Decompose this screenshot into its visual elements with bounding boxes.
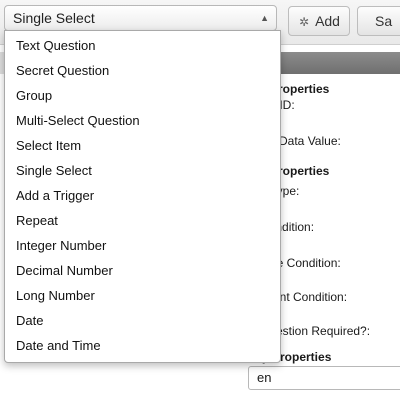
gear-icon: ✲	[299, 15, 310, 29]
menu-item-text-question[interactable]: Text Question	[5, 33, 280, 58]
menu-item-single-select[interactable]: Single Select	[5, 158, 280, 183]
menu-item-date[interactable]: Date	[5, 308, 280, 333]
save-button[interactable]: Sa	[357, 6, 400, 36]
menu-item-group[interactable]: Group	[5, 83, 280, 108]
save-button-label: Sa	[375, 13, 393, 29]
menu-item-select-item[interactable]: Select Item	[5, 133, 280, 158]
question-type-select[interactable]: Single Select ▲	[4, 5, 277, 31]
language-field[interactable]: en	[248, 366, 400, 390]
dropdown-arrow-icon: ▲	[260, 13, 269, 23]
menu-item-secret-question[interactable]: Secret Question	[5, 58, 280, 83]
question-type-menu: Text Question Secret Question Group Mult…	[4, 30, 281, 363]
select-value: Single Select	[13, 10, 95, 26]
menu-item-date-and-time[interactable]: Date and Time	[5, 333, 280, 358]
menu-item-long-number[interactable]: Long Number	[5, 283, 280, 308]
menu-item-multi-select[interactable]: Multi-Select Question	[5, 108, 280, 133]
menu-item-integer-number[interactable]: Integer Number	[5, 233, 280, 258]
menu-item-add-trigger[interactable]: Add a Trigger	[5, 183, 280, 208]
add-button-label: Add	[315, 13, 340, 29]
menu-item-decimal-number[interactable]: Decimal Number	[5, 258, 280, 283]
menu-item-repeat[interactable]: Repeat	[5, 208, 280, 233]
add-button[interactable]: ✲ Add	[288, 6, 350, 36]
